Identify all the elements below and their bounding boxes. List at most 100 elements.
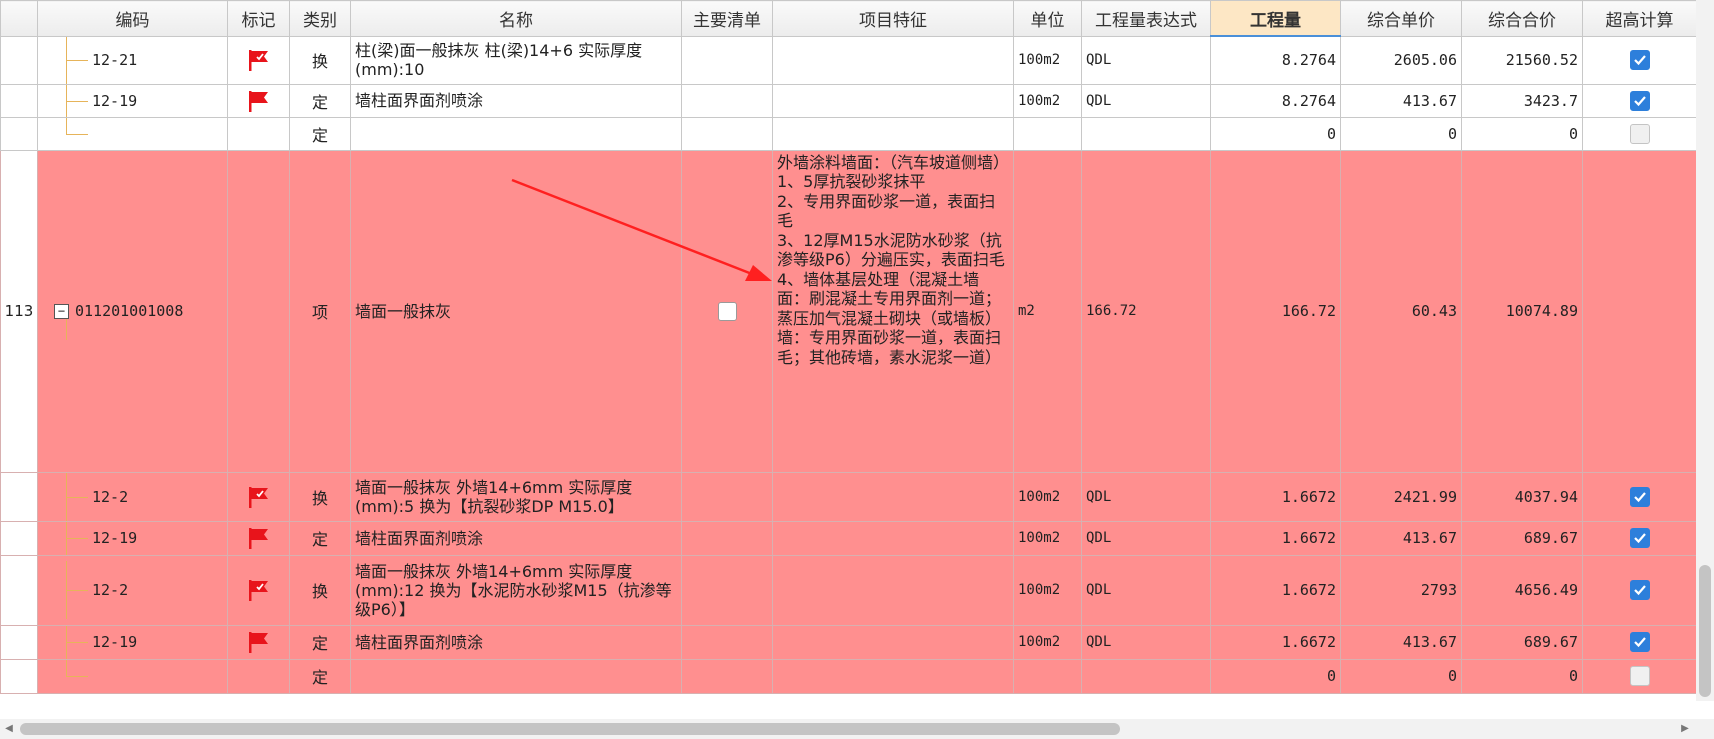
main-list-checkbox[interactable] <box>717 302 737 321</box>
mark-cell[interactable] <box>227 658 290 694</box>
main-list-cell[interactable] <box>681 658 773 694</box>
unit-cell[interactable] <box>1013 658 1082 694</box>
quantity-cell[interactable]: 8.2764 <box>1210 83 1341 118</box>
expr-cell[interactable]: QDL <box>1081 624 1211 660</box>
unit-price-cell[interactable]: 413.67 <box>1340 83 1462 118</box>
total-price-cell[interactable]: 3423.7 <box>1461 83 1583 118</box>
expr-cell[interactable] <box>1081 658 1211 694</box>
feature-cell[interactable] <box>772 116 1014 151</box>
table-row[interactable]: 12-21 换 柱(梁)面一般抹灰 柱(梁)14+6 实际厚度(mm):10 1… <box>0 35 1696 85</box>
feature-cell[interactable] <box>772 554 1014 626</box>
main-list-cell[interactable] <box>681 35 773 85</box>
name-cell[interactable]: 墙面一般抹灰 外墙14+6mm 实际厚度(mm):5 换为【抗裂砂浆DP M15… <box>350 471 682 522</box>
quantity-cell[interactable]: 0 <box>1210 658 1341 694</box>
expr-cell[interactable]: QDL <box>1081 471 1211 522</box>
expr-cell[interactable]: QDL <box>1081 554 1211 626</box>
code-cell[interactable]: 12-2 <box>37 471 228 522</box>
mark-cell[interactable] <box>227 35 290 85</box>
name-cell[interactable]: 墙面一般抹灰 外墙14+6mm 实际厚度(mm):12 换为【水泥防水砂浆M15… <box>350 554 682 626</box>
name-cell[interactable]: 墙柱面界面剂喷涂 <box>350 83 682 118</box>
category-cell[interactable]: 换 <box>289 554 351 626</box>
scroll-right-icon[interactable]: ▶ <box>1678 722 1692 736</box>
vertical-scroll-thumb[interactable] <box>1699 565 1711 697</box>
total-price-cell[interactable]: 0 <box>1461 658 1583 694</box>
header-code[interactable]: 编码 <box>37 0 228 37</box>
quantity-cell[interactable]: 1.6672 <box>1210 554 1341 626</box>
name-cell[interactable] <box>350 116 682 151</box>
mark-cell[interactable] <box>227 471 290 522</box>
checkbox-checked-icon[interactable] <box>1629 580 1650 601</box>
quantity-cell[interactable]: 166.72 <box>1210 149 1341 473</box>
table-row[interactable]: 12-19 定 墙柱面界面剂喷涂 100m2 QDL 1.6672 413.67… <box>0 624 1696 660</box>
unit-price-cell[interactable]: 413.67 <box>1340 520 1462 556</box>
quantity-cell[interactable]: 8.2764 <box>1210 35 1341 85</box>
name-cell[interactable]: 墙柱面界面剂喷涂 <box>350 624 682 660</box>
super-high-cell[interactable] <box>1582 149 1696 473</box>
main-list-cell[interactable] <box>681 149 773 473</box>
mark-cell[interactable] <box>227 624 290 660</box>
feature-cell[interactable] <box>772 658 1014 694</box>
unit-price-cell[interactable]: 2605.06 <box>1340 35 1462 85</box>
main-list-cell[interactable] <box>681 520 773 556</box>
unit-price-cell[interactable]: 60.43 <box>1340 149 1462 473</box>
category-cell[interactable]: 换 <box>289 35 351 85</box>
code-cell[interactable] <box>37 116 228 151</box>
total-price-cell[interactable]: 4656.49 <box>1461 554 1583 626</box>
super-high-cell[interactable] <box>1582 471 1696 522</box>
total-price-cell[interactable]: 689.67 <box>1461 520 1583 556</box>
main-list-cell[interactable] <box>681 624 773 660</box>
checkbox-checked-icon[interactable] <box>1629 528 1650 549</box>
header-feature[interactable]: 项目特征 <box>772 0 1014 37</box>
unit-price-cell[interactable]: 2421.99 <box>1340 471 1462 522</box>
unit-price-cell[interactable]: 0 <box>1340 116 1462 151</box>
table-row[interactable]: 12-19 定 墙柱面界面剂喷涂 100m2 QDL 1.6672 413.67… <box>0 520 1696 556</box>
unit-cell[interactable] <box>1013 116 1082 151</box>
total-price-cell[interactable]: 21560.52 <box>1461 35 1583 85</box>
expr-cell[interactable]: QDL <box>1081 83 1211 118</box>
table-row[interactable]: 定 0 0 0 <box>0 658 1696 694</box>
name-cell[interactable]: 墙柱面界面剂喷涂 <box>350 520 682 556</box>
mark-cell[interactable] <box>227 116 290 151</box>
mark-cell[interactable] <box>227 554 290 626</box>
scroll-left-icon[interactable]: ◀ <box>2 722 16 736</box>
horizontal-scrollbar[interactable]: ◀ ▶ <box>0 719 1714 739</box>
super-high-cell[interactable] <box>1582 83 1696 118</box>
feature-cell[interactable] <box>772 35 1014 85</box>
header-category[interactable]: 类别 <box>289 0 351 37</box>
category-cell[interactable]: 定 <box>289 116 351 151</box>
feature-cell[interactable]: 外墙涂料墙面：（汽车坡道侧墙） 1、5厚抗裂砂浆抹平 2、专用界面砂浆一道，表面… <box>772 149 1014 473</box>
main-list-cell[interactable] <box>681 83 773 118</box>
checkbox-checked-icon[interactable] <box>1629 632 1650 653</box>
code-cell[interactable]: 12-21 <box>37 35 228 85</box>
category-cell[interactable]: 换 <box>289 471 351 522</box>
table-row[interactable]: 12-2 换 墙面一般抹灰 外墙14+6mm 实际厚度(mm):5 换为【抗裂砂… <box>0 471 1696 522</box>
mark-cell[interactable] <box>227 83 290 118</box>
horizontal-scroll-thumb[interactable] <box>20 723 1120 735</box>
header-quantity[interactable]: 工程量 <box>1210 0 1341 37</box>
unit-cell[interactable]: 100m2 <box>1013 83 1082 118</box>
header-name[interactable]: 名称 <box>350 0 682 37</box>
name-cell[interactable] <box>350 658 682 694</box>
table-row-selected[interactable]: 113 −011201001008 项 墙面一般抹灰 外墙涂料墙面：（汽车坡道侧… <box>0 149 1696 473</box>
header-unit[interactable]: 单位 <box>1013 0 1082 37</box>
header-total-price[interactable]: 综合合价 <box>1461 0 1583 37</box>
super-high-cell[interactable] <box>1582 116 1696 151</box>
name-cell[interactable]: 墙面一般抹灰 <box>350 149 682 473</box>
total-price-cell[interactable]: 4037.94 <box>1461 471 1583 522</box>
checkbox-checked-icon[interactable] <box>1629 50 1650 71</box>
table-row[interactable]: 12-19 定 墙柱面界面剂喷涂 100m2 QDL 8.2764 413.67… <box>0 83 1696 118</box>
category-cell[interactable]: 定 <box>289 520 351 556</box>
category-cell[interactable]: 定 <box>289 83 351 118</box>
table-row[interactable]: 定 0 0 0 <box>0 116 1696 151</box>
checkbox-checked-icon[interactable] <box>1629 486 1650 507</box>
main-list-cell[interactable] <box>681 471 773 522</box>
unit-cell[interactable]: 100m2 <box>1013 554 1082 626</box>
code-cell[interactable] <box>37 658 228 694</box>
code-cell[interactable]: 12-19 <box>37 624 228 660</box>
expr-cell[interactable]: QDL <box>1081 520 1211 556</box>
category-cell[interactable]: 定 <box>289 658 351 694</box>
category-cell[interactable]: 定 <box>289 624 351 660</box>
vertical-scrollbar[interactable] <box>1696 0 1714 701</box>
code-cell[interactable]: 12-19 <box>37 83 228 118</box>
expr-cell[interactable] <box>1081 116 1211 151</box>
